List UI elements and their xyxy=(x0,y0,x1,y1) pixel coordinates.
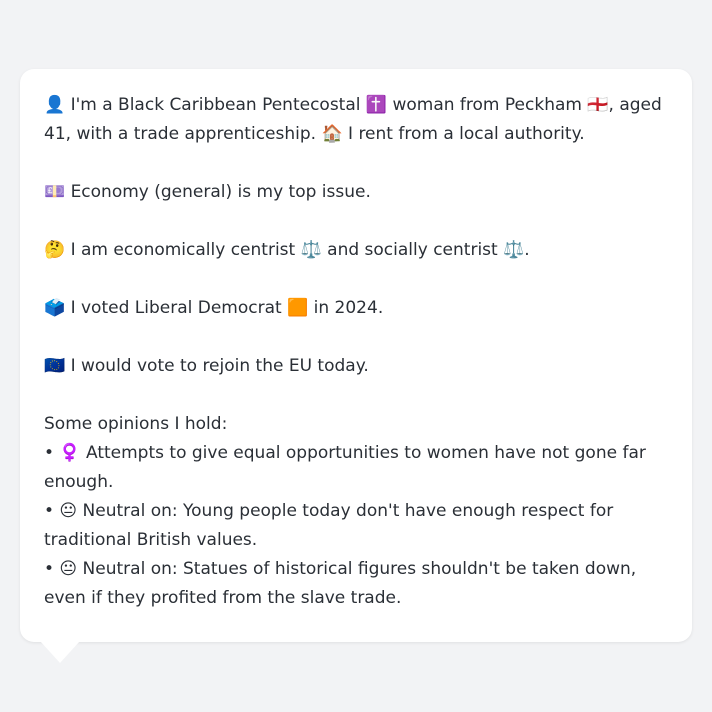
persona-message-bubble: 👤 I'm a Black Caribbean Pentecostal ✝️ w… xyxy=(20,69,692,642)
ideology-line: 🤔 I am economically centrist ⚖️ and soci… xyxy=(44,240,530,260)
opinion-item: • 😐 Neutral on: Statues of historical fi… xyxy=(44,559,637,608)
persona-intro: 👤 I'm a Black Caribbean Pentecostal ✝️ w… xyxy=(44,95,662,144)
vote-line: 🗳️ I voted Liberal Democrat 🟧 in 2024. xyxy=(44,298,384,318)
opinions-heading: Some opinions I hold: xyxy=(44,414,228,434)
opinion-item: • 😐 Neutral on: Young people today don't… xyxy=(44,501,614,550)
top-issue-line: 💷 Economy (general) is my top issue. xyxy=(44,182,371,202)
bubble-tail xyxy=(40,641,80,663)
opinion-item: • ♀️ Attempts to give equal opportunitie… xyxy=(44,443,646,492)
eu-line: 🇪🇺 I would vote to rejoin the EU today. xyxy=(44,356,369,376)
